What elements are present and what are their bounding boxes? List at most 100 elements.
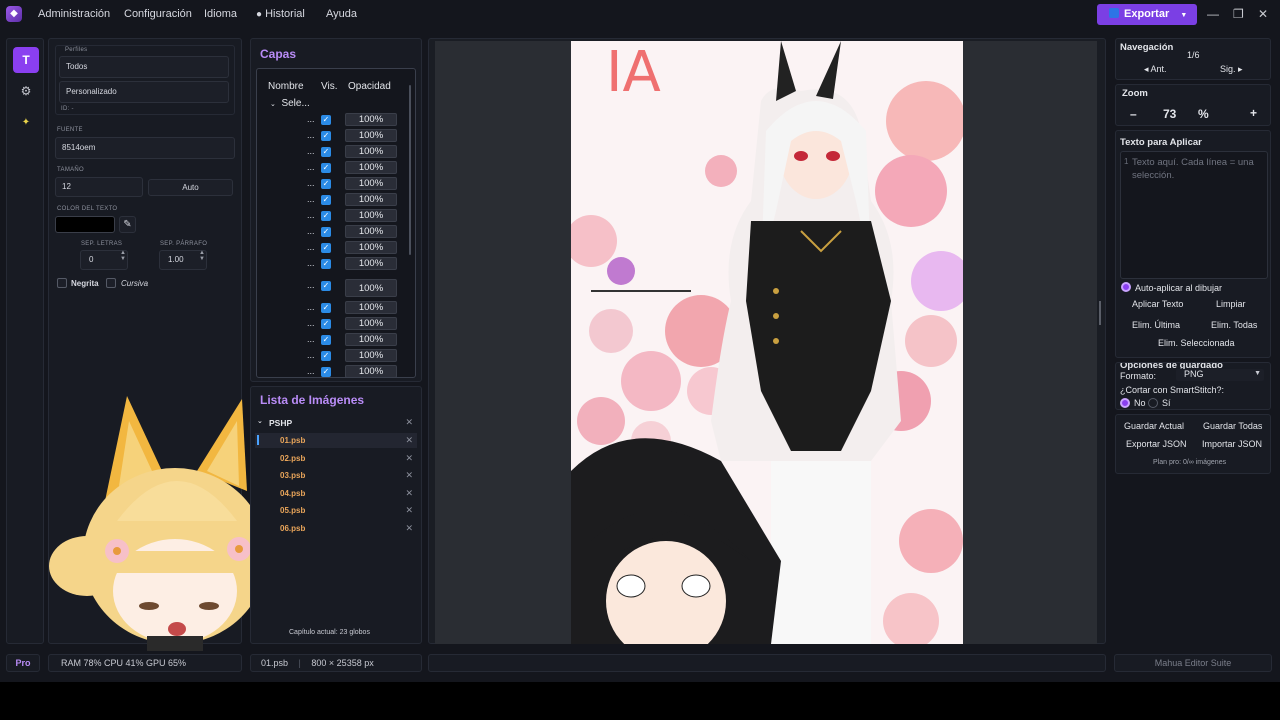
layer-visibility-checkbox[interactable]: ✓ xyxy=(321,303,331,313)
auto-apply-radio[interactable] xyxy=(1121,282,1131,292)
image-list-item[interactable]: 01.psb ✕ xyxy=(255,433,417,448)
folder-close-icon[interactable]: ✕ xyxy=(405,417,413,428)
bold-checkbox[interactable] xyxy=(57,278,67,288)
delete-last-button[interactable]: Elim. Última xyxy=(1132,320,1180,330)
layer-visibility-checkbox[interactable]: ✓ xyxy=(321,163,331,173)
layer-row[interactable]: ... ✓ 100% xyxy=(257,208,407,224)
layer-opacity-input[interactable]: 100% xyxy=(345,301,397,314)
layers-scrollbar[interactable] xyxy=(409,85,411,255)
layer-opacity-input[interactable]: 100% xyxy=(345,225,397,238)
menu-historial[interactable]: ● Historial xyxy=(256,8,305,20)
close-icon[interactable]: ✕ xyxy=(1258,7,1268,21)
paragraph-spacing-stepper-icon[interactable]: ▲ ▼ xyxy=(199,250,205,262)
sparkle-icon[interactable]: ✦ xyxy=(13,110,39,136)
layer-visibility-checkbox[interactable]: ✓ xyxy=(321,243,331,253)
menu-administracion[interactable]: Administración xyxy=(38,8,110,20)
layer-row[interactable]: ... ✓ 100% xyxy=(257,144,407,160)
image-list-item[interactable]: 04.psb ✕ xyxy=(255,486,417,501)
menu-ayuda[interactable]: Ayuda xyxy=(326,8,357,20)
remove-image-icon[interactable]: ✕ xyxy=(405,488,413,499)
layer-row[interactable]: ... ✓ 100% xyxy=(257,160,407,176)
remove-image-icon[interactable]: ✕ xyxy=(405,453,413,464)
clear-button[interactable]: Limpiar xyxy=(1216,299,1246,309)
folder-row[interactable]: ⌄ PSHP ✕ xyxy=(255,416,417,431)
manga-page-image[interactable]: IA xyxy=(571,41,963,644)
size-input[interactable]: 12 xyxy=(55,177,143,197)
layer-row[interactable]: ... ✓ 100% xyxy=(257,224,407,240)
layer-opacity-input[interactable]: 100% xyxy=(345,161,397,174)
image-list-item[interactable]: 05.psb ✕ xyxy=(255,503,417,518)
layer-group-row[interactable]: ⌄ Sele... xyxy=(270,98,310,109)
layer-visibility-checkbox[interactable]: ✓ xyxy=(321,227,331,237)
layer-opacity-input[interactable]: 100% xyxy=(345,365,397,377)
layer-opacity-input[interactable]: 100% xyxy=(345,145,397,158)
layer-visibility-checkbox[interactable]: ✓ xyxy=(321,259,331,269)
apply-text-button[interactable]: Aplicar Texto xyxy=(1132,299,1183,309)
layer-opacity-input[interactable]: 100% xyxy=(345,333,397,346)
minimize-icon[interactable]: — xyxy=(1207,7,1219,21)
layer-opacity-input[interactable]: 100% xyxy=(345,279,397,297)
layer-opacity-input[interactable]: 100% xyxy=(345,177,397,190)
remove-image-icon[interactable]: ✕ xyxy=(405,505,413,516)
save-current-button[interactable]: Guardar Actual xyxy=(1124,421,1184,431)
layer-opacity-input[interactable]: 100% xyxy=(345,209,397,222)
text-color-swatch[interactable] xyxy=(55,216,115,233)
image-list-item[interactable]: 06.psb ✕ xyxy=(255,521,417,536)
layer-row[interactable]: ... ✓ 100% xyxy=(257,364,407,377)
settings-gear-icon[interactable]: ⚙ xyxy=(13,78,39,104)
canvas-scrollbar[interactable] xyxy=(1099,301,1101,325)
layer-opacity-input[interactable]: 100% xyxy=(345,129,397,142)
export-json-button[interactable]: Exportar JSON xyxy=(1126,439,1187,449)
maximize-icon[interactable]: ❐ xyxy=(1233,7,1244,21)
profile-personalizado[interactable]: Personalizado xyxy=(59,81,229,103)
layer-row[interactable]: ... ✓ 100% xyxy=(257,332,407,348)
text-tool-button[interactable]: T xyxy=(13,47,39,73)
layer-visibility-checkbox[interactable]: ✓ xyxy=(321,319,331,329)
italic-checkbox[interactable] xyxy=(106,278,116,288)
layer-row[interactable]: ... ✓ 100% xyxy=(257,176,407,192)
delete-selected-button[interactable]: Elim. Seleccionada xyxy=(1158,338,1235,348)
layer-row[interactable]: ... ✓ 100% xyxy=(257,128,407,144)
layer-opacity-input[interactable]: 100% xyxy=(345,317,397,330)
layer-row[interactable]: ... ✓ 100% xyxy=(257,112,407,128)
layer-row[interactable]: ... ✓ 100% xyxy=(257,256,407,272)
layer-visibility-checkbox[interactable]: ✓ xyxy=(321,211,331,221)
image-list-item[interactable]: 03.psb ✕ xyxy=(255,468,417,483)
size-auto-button[interactable]: Auto xyxy=(148,179,233,196)
layer-visibility-checkbox[interactable]: ✓ xyxy=(321,147,331,157)
menu-configuracion[interactable]: Configuración xyxy=(124,8,192,20)
eyedropper-icon[interactable]: ✎ xyxy=(119,216,136,233)
menu-idioma[interactable]: Idioma xyxy=(204,8,237,20)
font-input[interactable]: 8514oem xyxy=(55,137,235,159)
layer-visibility-checkbox[interactable]: ✓ xyxy=(321,179,331,189)
remove-image-icon[interactable]: ✕ xyxy=(405,435,413,446)
export-button[interactable]: Exportar ▼ xyxy=(1097,4,1197,25)
layer-visibility-checkbox[interactable]: ✓ xyxy=(321,335,331,345)
layer-opacity-input[interactable]: 100% xyxy=(345,349,397,362)
import-json-button[interactable]: Importar JSON xyxy=(1202,439,1262,449)
zoom-in-button[interactable]: + xyxy=(1250,106,1257,120)
save-all-button[interactable]: Guardar Todas xyxy=(1203,421,1262,431)
layer-row[interactable]: ... ✓ 100% xyxy=(257,192,407,208)
layer-opacity-input[interactable]: 100% xyxy=(345,257,397,270)
smartstitch-no-radio[interactable] xyxy=(1120,398,1130,408)
layer-visibility-checkbox[interactable]: ✓ xyxy=(321,115,331,125)
remove-image-icon[interactable]: ✕ xyxy=(405,470,413,481)
layer-row[interactable]: ... ✓ 100% xyxy=(257,300,407,316)
text-apply-textarea[interactable]: 1 Texto aquí. Cada línea = una selección… xyxy=(1120,151,1268,279)
layer-opacity-input[interactable]: 100% xyxy=(345,241,397,254)
smartstitch-yes-radio[interactable] xyxy=(1148,398,1158,408)
profile-todos[interactable]: Todos xyxy=(59,56,229,78)
layer-opacity-input[interactable]: 100% xyxy=(345,113,397,126)
layer-visibility-checkbox[interactable]: ✓ xyxy=(321,281,331,291)
letter-spacing-stepper-icon[interactable]: ▲ ▼ xyxy=(120,250,126,262)
delete-all-button[interactable]: Elim. Todas xyxy=(1211,320,1257,330)
zoom-out-button[interactable]: – xyxy=(1130,107,1137,121)
layer-visibility-checkbox[interactable]: ✓ xyxy=(321,195,331,205)
prev-page-button[interactable]: ◂ Ant. xyxy=(1144,64,1167,75)
image-list-item[interactable]: 02.psb ✕ xyxy=(255,451,417,466)
layer-visibility-checkbox[interactable]: ✓ xyxy=(321,131,331,141)
layer-row[interactable]: ... ✓ 100% xyxy=(257,240,407,256)
format-select[interactable]: PNG ▼ xyxy=(1176,369,1264,381)
next-page-button[interactable]: Sig. ▸ xyxy=(1220,64,1243,75)
